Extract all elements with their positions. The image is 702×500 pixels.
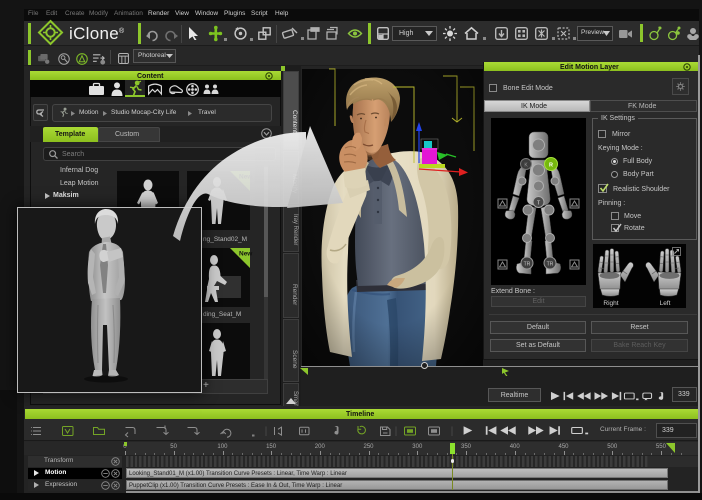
svg-text:TR: TR [547, 262, 554, 268]
svg-text:Left: Left [660, 300, 671, 307]
svg-text:Right: Right [603, 300, 618, 307]
svg-text:TR: TR [524, 262, 531, 268]
svg-text:R: R [549, 163, 553, 169]
